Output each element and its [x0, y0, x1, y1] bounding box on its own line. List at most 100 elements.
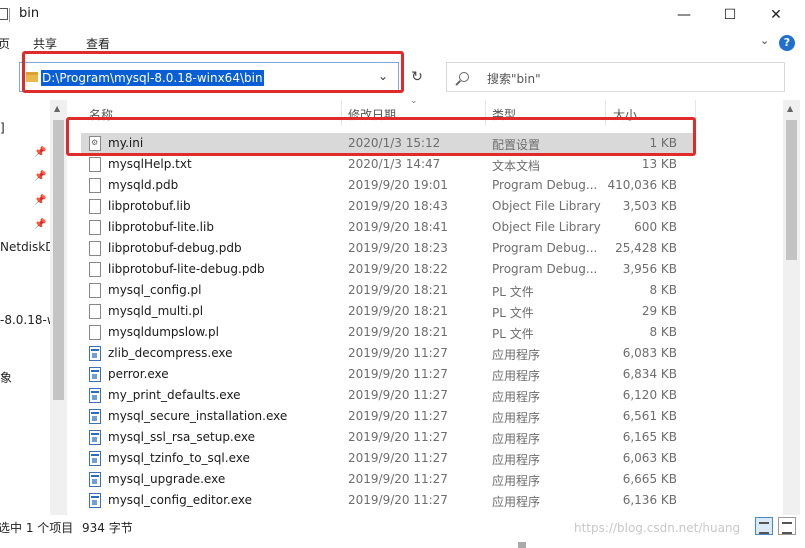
file-name[interactable]: mysql_upgrade.exe: [108, 472, 225, 486]
nav-scrollbar[interactable]: ▲: [50, 100, 67, 515]
search-placeholder[interactable]: 搜索"bin": [487, 70, 541, 87]
file-name[interactable]: mysql_tzinfo_to_sql.exe: [108, 451, 250, 465]
file-row[interactable]: mysqldumpslow.pl 2019/9/20 18:21 PL 文件 8 KB: [81, 322, 695, 343]
file-row[interactable]: libprotobuf-debug.pdb 2019/9/20 18:23 Prog…: [81, 238, 695, 259]
pin-icon[interactable]: 📌: [34, 195, 46, 206]
file-size: 6,083 KB: [622, 346, 677, 360]
file-type: 应用程序: [492, 348, 541, 362]
application-file-icon: [89, 493, 101, 508]
refresh-button[interactable]: ↻: [402, 62, 432, 92]
file-name[interactable]: my_print_defaults.exe: [108, 388, 241, 402]
file-name[interactable]: mysql_config_editor.exe: [108, 493, 252, 507]
large-icons-view-button[interactable]: [778, 517, 796, 535]
window-icon: [0, 8, 8, 20]
file-type: 应用程序: [492, 432, 541, 446]
document-file-icon: [89, 283, 101, 298]
file-name[interactable]: zlib_decompress.exe: [108, 346, 233, 360]
search-icon: [459, 72, 469, 82]
column-name[interactable]: 名称: [89, 106, 113, 123]
file-row[interactable]: my_print_defaults.exe 2019/9/20 11:27 应用程序…: [81, 385, 695, 406]
file-row[interactable]: libprotobuf-lite.lib 2019/9/20 18:41 Objec…: [81, 217, 695, 238]
scroll-up-arrow-icon[interactable]: ▲: [787, 104, 793, 113]
address-dropdown-chevron-icon[interactable]: ⌄: [378, 69, 388, 83]
pin-icon[interactable]: 📌: [34, 171, 46, 182]
column-size[interactable]: 大小: [613, 106, 637, 123]
file-name[interactable]: mysql_secure_installation.exe: [108, 409, 287, 423]
nav-item-netdisk[interactable]: NetdiskD: [0, 240, 54, 254]
application-file-icon: [89, 472, 101, 487]
column-date[interactable]: 修改日期: [348, 106, 396, 123]
file-size: 6,165 KB: [622, 430, 677, 444]
file-name[interactable]: mysqld_multi.pl: [108, 304, 203, 318]
column-type[interactable]: 类型: [492, 106, 516, 123]
maximize-button[interactable]: ☐: [707, 0, 753, 30]
file-date: 2019/9/20 11:27: [348, 430, 448, 444]
file-row[interactable]: libprotobuf-lite-debug.pdb 2019/9/20 18:2…: [81, 259, 695, 280]
file-name[interactable]: mysqlHelp.txt: [108, 157, 192, 171]
file-name[interactable]: mysql_config.pl: [108, 283, 201, 297]
column-divider[interactable]: [605, 100, 606, 126]
column-divider[interactable]: [341, 100, 342, 126]
details-view-button[interactable]: [755, 517, 773, 535]
file-date: 2020/1/3 14:47: [348, 157, 441, 171]
file-row[interactable]: mysql_config_editor.exe 2019/9/20 11:27 应用…: [81, 490, 695, 511]
tab-share[interactable]: 共享: [33, 35, 57, 52]
nav-scrollbar-thumb[interactable]: [53, 120, 64, 400]
file-name[interactable]: libprotobuf.lib: [108, 199, 191, 213]
file-type: 应用程序: [492, 495, 541, 509]
file-size: 6,561 KB: [622, 409, 677, 423]
file-list-scrollbar-thumb[interactable]: [786, 120, 797, 260]
ribbon-expand-chevron-icon[interactable]: ⌄: [760, 34, 769, 47]
tab-page[interactable]: 页: [0, 35, 10, 52]
pin-icon[interactable]: 📌: [34, 219, 46, 230]
file-type: PL 文件: [492, 306, 534, 320]
pin-icon[interactable]: 📌: [34, 147, 46, 158]
file-row[interactable]: libprotobuf.lib 2019/9/20 18:43 Object Fil…: [81, 196, 695, 217]
address-path[interactable]: D:\Program\mysql-8.0.18-winx64\bin: [41, 70, 264, 86]
file-date: 2019/9/20 18:21: [348, 283, 448, 297]
column-divider[interactable]: [485, 100, 486, 126]
file-name[interactable]: libprotobuf-lite-debug.pdb: [108, 262, 265, 276]
file-name[interactable]: libprotobuf-debug.pdb: [108, 241, 242, 255]
file-row[interactable]: mysql_secure_installation.exe 2019/9/20 1…: [81, 406, 695, 427]
application-file-icon: [89, 409, 101, 424]
file-size: 6,120 KB: [622, 388, 677, 402]
file-row[interactable]: perror.exe 2019/9/20 11:27 应用程序 6,834 KB: [81, 364, 695, 385]
file-name[interactable]: my.ini: [108, 136, 143, 150]
address-bar[interactable]: D:\Program\mysql-8.0.18-winx64\bin ⌄: [19, 62, 399, 92]
search-box[interactable]: 搜索"bin": [446, 62, 785, 92]
file-row[interactable]: mysqld.pdb 2019/9/20 19:01 Program Debug..…: [81, 175, 695, 196]
file-row[interactable]: mysqld_multi.pl 2019/9/20 18:21 PL 文件 29 KB: [81, 301, 695, 322]
file-name[interactable]: libprotobuf-lite.lib: [108, 220, 214, 234]
file-size: 29 KB: [641, 304, 677, 318]
file-name[interactable]: mysqld.pdb: [108, 178, 178, 192]
nav-item-objects[interactable]: 象: [0, 369, 12, 386]
file-list-scrollbar[interactable]: ▲: [783, 100, 800, 515]
nav-item-mysql[interactable]: -8.0.18-w: [0, 313, 57, 327]
file-date: 2019/9/20 11:27: [348, 409, 448, 423]
file-type: PL 文件: [492, 285, 534, 299]
help-icon[interactable]: ?: [779, 35, 795, 51]
file-name[interactable]: perror.exe: [108, 367, 169, 381]
file-row[interactable]: mysql_upgrade.exe 2019/9/20 11:27 应用程序 6,66…: [81, 469, 695, 490]
file-row[interactable]: zlib_decompress.exe 2019/9/20 11:27 应用程序 6,…: [81, 343, 695, 364]
file-name[interactable]: mysqldumpslow.pl: [108, 325, 219, 339]
file-row[interactable]: my.ini 2020/1/3 15:12 配置设置 1 KB: [81, 133, 695, 154]
file-row[interactable]: mysql_config.pl 2019/9/20 18:21 PL 文件 8 KB: [81, 280, 695, 301]
close-icon: ✕: [770, 7, 782, 23]
tab-view[interactable]: 查看: [86, 35, 110, 52]
file-name[interactable]: mysql_ssl_rsa_setup.exe: [108, 430, 255, 444]
scroll-up-arrow-icon[interactable]: ▲: [54, 104, 60, 113]
minimize-button[interactable]: —: [661, 0, 707, 30]
close-button[interactable]: ✕: [753, 0, 799, 30]
file-row[interactable]: mysql_ssl_rsa_setup.exe 2019/9/20 11:27 应用…: [81, 427, 695, 448]
file-type: 文本文档: [492, 159, 541, 173]
application-file-icon: [89, 430, 101, 445]
refresh-icon: ↻: [411, 69, 423, 85]
file-date: 2019/9/20 19:01: [348, 178, 448, 192]
nav-item[interactable]: ]: [0, 121, 5, 135]
column-divider[interactable]: [695, 100, 696, 126]
file-row[interactable]: mysqlHelp.txt 2020/1/3 14:47 文本文档 13 KB: [81, 154, 695, 175]
horizontal-scroll-indicator[interactable]: [518, 542, 526, 548]
file-row[interactable]: mysql_tzinfo_to_sql.exe 2019/9/20 11:27 应用…: [81, 448, 695, 469]
